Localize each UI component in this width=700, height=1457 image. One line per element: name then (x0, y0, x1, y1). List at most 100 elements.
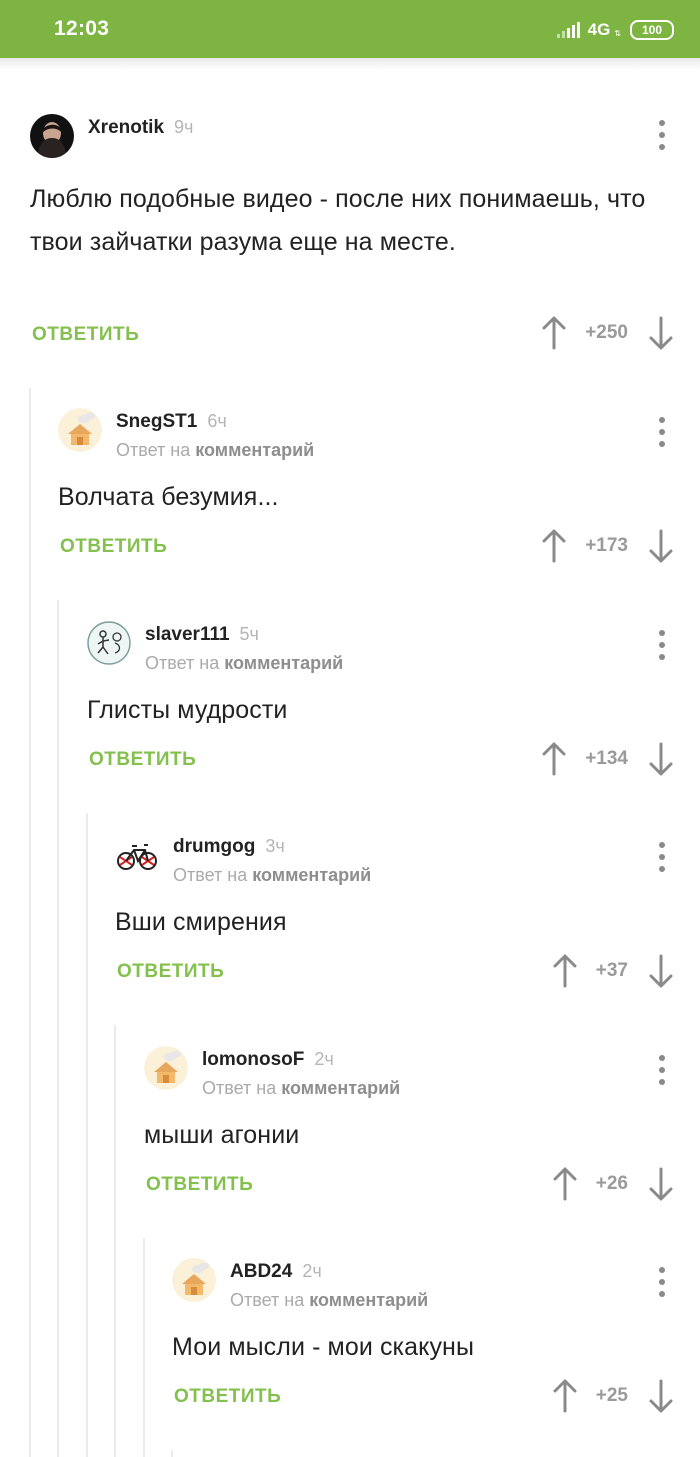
reply-to-link[interactable]: комментарий (309, 1290, 428, 1310)
comment-author[interactable]: slaver111 5ч (145, 624, 259, 646)
more-options-icon[interactable] (656, 630, 668, 660)
battery-icon: 100 (630, 20, 674, 40)
comment-text: Волчата безумия... (58, 483, 279, 511)
reply-to-link[interactable]: комментарий (195, 440, 314, 460)
signal-icon (556, 22, 580, 38)
comment: slaver111 5ч Ответ на комментарий Глисты … (87, 621, 700, 781)
upvote-icon[interactable] (541, 529, 567, 563)
comment-text: Мои мысли - мои скакуны (172, 1333, 475, 1361)
comment-time: 2ч (314, 1049, 334, 1069)
comment-time: 9ч (174, 117, 194, 137)
status-time: 12:03 (54, 17, 110, 40)
data-transfer-icon: ⇅ (614, 28, 621, 38)
comment-time: 5ч (239, 624, 259, 644)
reply-to-link[interactable]: комментарий (224, 653, 343, 673)
reply-button[interactable]: ОТВЕТИТЬ (89, 749, 196, 771)
downvote-icon[interactable] (648, 529, 674, 563)
header-shadow (0, 58, 700, 70)
comment-time: 2ч (302, 1261, 322, 1281)
downvote-icon[interactable] (648, 1379, 674, 1413)
reply-button[interactable]: ОТВЕТИТЬ (60, 536, 167, 558)
reply-to-link[interactable]: комментарий (252, 865, 371, 885)
vote-controls: +173 (541, 529, 674, 563)
thread-line (86, 813, 88, 1457)
comment-author[interactable]: SnegST1 6ч (116, 411, 227, 433)
comment-text: мыши агонии (144, 1121, 300, 1149)
thread-line (57, 600, 59, 1457)
status-icons: 4G ⇅ 100 (556, 20, 674, 40)
avatar[interactable] (87, 621, 131, 665)
more-options-icon[interactable] (656, 417, 668, 447)
reply-to-label: Ответ на комментарий (173, 865, 371, 886)
more-options-icon[interactable] (656, 842, 668, 872)
comment-author[interactable]: drumgog 3ч (173, 836, 285, 858)
comment-rating: +25 (595, 1385, 628, 1406)
comment-author[interactable]: ABD24 2ч (230, 1261, 322, 1283)
upvote-icon[interactable] (552, 954, 578, 988)
username[interactable]: ABD24 (230, 1261, 292, 1282)
reply-to-prefix: Ответ на (230, 1290, 305, 1310)
comment-author[interactable]: Xrenotik 9ч (88, 117, 193, 139)
vote-controls: +250 (541, 316, 674, 350)
comment-rating: +134 (585, 748, 628, 769)
comment-rating: +173 (585, 535, 628, 556)
thread-line (143, 1238, 145, 1457)
avatar[interactable] (144, 1046, 188, 1090)
downvote-icon[interactable] (648, 1167, 674, 1201)
comment-text: Вши смирения (115, 908, 287, 936)
comment: Xrenotik 9ч Люблю подобные видео - после … (30, 114, 700, 354)
reply-to-label: Ответ на комментарий (145, 653, 343, 674)
reply-button[interactable]: ОТВЕТИТЬ (146, 1174, 253, 1196)
status-bar: 12:03 4G ⇅ 100 (0, 0, 700, 58)
reply-button[interactable]: ОТВЕТИТЬ (174, 1386, 281, 1408)
network-type: 4G (587, 20, 611, 39)
thread-line (171, 1450, 173, 1457)
downvote-icon[interactable] (648, 742, 674, 776)
more-options-icon[interactable] (656, 1267, 668, 1297)
reply-to-label: Ответ на комментарий (116, 440, 314, 461)
upvote-icon[interactable] (552, 1167, 578, 1201)
thread-line (114, 1025, 116, 1457)
reply-to-label: Ответ на комментарий (230, 1290, 428, 1311)
reply-to-prefix: Ответ на (145, 653, 220, 673)
reply-to-prefix: Ответ на (202, 1078, 277, 1098)
comment-rating: +37 (595, 960, 628, 981)
comment: SnegST1 6ч Ответ на комментарий Волчата б… (58, 408, 700, 568)
vote-controls: +26 (552, 1167, 674, 1201)
reply-button[interactable]: ОТВЕТИТЬ (117, 961, 224, 983)
upvote-icon[interactable] (541, 316, 567, 350)
vote-controls: +37 (552, 954, 674, 988)
comment-text: Люблю подобные видео - после них понимае… (30, 185, 646, 256)
reply-to-prefix: Ответ на (116, 440, 191, 460)
username[interactable]: SnegST1 (116, 411, 197, 432)
downvote-icon[interactable] (648, 316, 674, 350)
comment: lomonosoF 2ч Ответ на комментарий мыши аг… (144, 1046, 700, 1206)
avatar[interactable] (30, 114, 74, 158)
username[interactable]: slaver111 (145, 624, 230, 645)
reply-to-link[interactable]: комментарий (281, 1078, 400, 1098)
upvote-icon[interactable] (541, 742, 567, 776)
comment-text: Глисты мудрости (87, 696, 288, 724)
username[interactable]: drumgog (173, 836, 255, 857)
comment-author[interactable]: lomonosoF 2ч (202, 1049, 334, 1071)
comment-time: 6ч (207, 411, 227, 431)
vote-controls: +134 (541, 742, 674, 776)
comment-rating: +250 (585, 322, 628, 343)
reply-to-prefix: Ответ на (173, 865, 248, 885)
reply-button[interactable]: ОТВЕТИТЬ (32, 324, 139, 346)
downvote-icon[interactable] (648, 954, 674, 988)
upvote-icon[interactable] (552, 1379, 578, 1413)
more-options-icon[interactable] (656, 120, 668, 150)
avatar[interactable] (58, 408, 102, 452)
username[interactable]: lomonosoF (202, 1049, 304, 1070)
comment: drumgog 3ч Ответ на комментарий Вши смире… (115, 833, 700, 993)
comment-rating: +26 (595, 1173, 628, 1194)
reply-to-label: Ответ на комментарий (202, 1078, 400, 1099)
more-options-icon[interactable] (656, 1055, 668, 1085)
thread-line (29, 388, 31, 1457)
username[interactable]: Xrenotik (88, 117, 164, 138)
comment: ABD24 2ч Ответ на комментарий Мои мысли -… (172, 1258, 700, 1418)
vote-controls: +25 (552, 1379, 674, 1413)
avatar[interactable] (115, 833, 159, 877)
avatar[interactable] (172, 1258, 216, 1302)
